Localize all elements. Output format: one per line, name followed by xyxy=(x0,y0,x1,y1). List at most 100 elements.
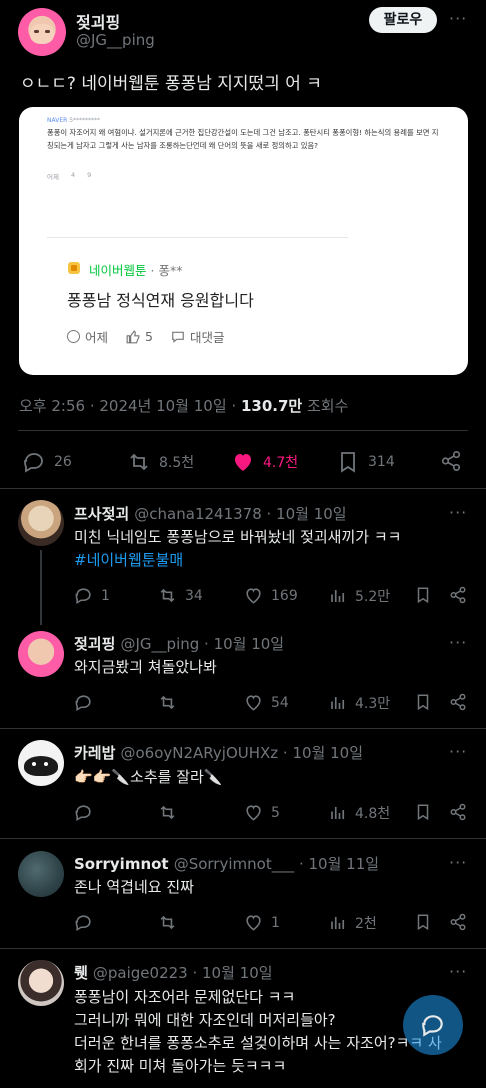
more-options-icon[interactable]: ··· xyxy=(449,503,467,522)
reply-text-line: 그러니까 뭐에 대한 자조인데 머저리들아? xyxy=(74,1011,336,1029)
reply-author-handle[interactable]: @o6oyN2ARyjOUHXz · 10월 10일 xyxy=(121,744,364,762)
hashtag-link[interactable]: #네이버웹툰불매 xyxy=(74,549,401,572)
repost-icon xyxy=(158,803,177,822)
reply-text: 퐁퐁남이 자조어라 문제없단다 ㅋㅋ 그러니까 뭐에 대한 자조인데 머저리들아… xyxy=(74,986,442,1078)
repost-action[interactable]: 34 xyxy=(158,586,203,605)
reply-avatar[interactable] xyxy=(18,960,64,1006)
reply-action[interactable] xyxy=(74,913,101,932)
reply-author-name[interactable]: Sorryimnot xyxy=(74,855,169,873)
reply-icon xyxy=(22,450,46,474)
reply-author-handle[interactable]: @Sorryimnot___ · 10월 11일 xyxy=(174,855,379,873)
share-icon xyxy=(440,450,462,472)
reply-author-name[interactable]: 뤳 xyxy=(74,964,88,982)
reply-header: Sorryimnot @Sorryimnot___ · 10월 11일 xyxy=(74,853,379,874)
reply-icon xyxy=(74,586,93,605)
share-action[interactable] xyxy=(449,586,467,604)
share-action[interactable] xyxy=(449,803,467,821)
share-action[interactable] xyxy=(449,913,467,931)
like-count: 4.7천 xyxy=(263,455,299,471)
floating-reply-button[interactable] xyxy=(403,995,463,1055)
avatar-blob xyxy=(24,756,58,776)
repost-action[interactable] xyxy=(158,803,185,822)
heart-icon xyxy=(244,803,263,822)
reply-action[interactable]: 26 xyxy=(22,450,72,474)
bookmark-action[interactable]: 314 xyxy=(336,450,395,474)
author-handle[interactable]: @JG__ping xyxy=(76,31,155,49)
repost-icon xyxy=(158,913,177,932)
more-options-icon[interactable]: ··· xyxy=(449,853,467,872)
webtoon-brand: 네이버웹툰 · 퐁** xyxy=(89,260,182,279)
reply-avatar[interactable] xyxy=(18,631,64,677)
like-action[interactable]: 54 xyxy=(244,693,289,712)
reply-author-name[interactable]: 젖괴핑 xyxy=(74,635,115,653)
repost-action[interactable]: 8.5천 xyxy=(127,450,194,474)
views-action[interactable]: 4.3만 xyxy=(329,693,390,713)
bookmark-action[interactable] xyxy=(414,693,432,711)
clock-icon xyxy=(67,330,80,343)
webtoon-brand-label: 네이버웹툰 xyxy=(89,263,147,278)
reply-text-line: 👉🏻👉🏻🔪소추를 잘라🔪 xyxy=(74,768,223,786)
bookmark-icon xyxy=(414,913,432,931)
reply-author-name[interactable]: 카레밥 xyxy=(74,744,115,762)
repost-action[interactable] xyxy=(158,913,185,932)
views-action[interactable]: 2천 xyxy=(329,913,377,933)
reply-action[interactable] xyxy=(74,693,101,712)
reply-author-handle[interactable]: @JG__ping · 10월 10일 xyxy=(121,635,285,653)
reply-text-line: 미친 닉네임도 퐁퐁남으로 바꿔놨네 젖괴새끼가 ㅋㅋ xyxy=(74,528,402,546)
bookmark-action[interactable] xyxy=(414,913,432,931)
share-action[interactable] xyxy=(440,450,462,472)
more-options-icon[interactable]: ··· xyxy=(449,742,467,761)
repost-count: 34 xyxy=(185,587,203,604)
bookmark-icon xyxy=(336,450,360,474)
like-count: 54 xyxy=(271,694,289,711)
views-label: 조회수 xyxy=(302,397,349,415)
naver-user: 5********* xyxy=(69,117,101,124)
thumbs-up-icon xyxy=(126,329,140,344)
embedded-image[interactable]: NAVER 5********* 퐁퐁이 자조어지 왜 여혐이냐. 설거지론에 … xyxy=(19,107,468,375)
author-avatar[interactable] xyxy=(18,8,66,56)
share-action[interactable] xyxy=(449,693,467,711)
like-count: 169 xyxy=(271,587,298,604)
post-time[interactable]: 오후 2:56 · 2024년 10월 10일 · xyxy=(19,397,241,415)
divider-reply xyxy=(0,838,486,839)
bookmark-action[interactable] xyxy=(414,586,432,604)
like-action[interactable]: 5 xyxy=(244,803,280,822)
analytics-icon xyxy=(329,587,347,605)
reply-count: 1 xyxy=(101,587,110,604)
share-icon xyxy=(449,693,467,711)
reply-author-handle[interactable]: @paige0223 · 10월 10일 xyxy=(93,964,273,982)
reply-avatar[interactable] xyxy=(18,740,64,786)
author-name[interactable]: 젖괴핑 xyxy=(76,9,120,33)
avatar-eye-left xyxy=(32,762,36,766)
bookmark-icon xyxy=(414,586,432,604)
bookmark-action[interactable] xyxy=(414,803,432,821)
like-action[interactable]: 4.7천 xyxy=(231,450,298,474)
reply-action[interactable]: 1 xyxy=(74,586,110,605)
naver-meta-likes: 4 xyxy=(70,171,76,179)
repost-action[interactable] xyxy=(158,693,185,712)
webtoon-time-label: 어제 xyxy=(85,330,109,345)
more-options-icon[interactable]: ··· xyxy=(449,962,467,981)
analytics-icon xyxy=(329,694,347,712)
reply-text: 존나 역겹네요 진짜 xyxy=(74,876,194,899)
divider-top xyxy=(18,430,468,431)
follow-button[interactable]: 팔로우 xyxy=(369,7,437,33)
like-action[interactable]: 1 xyxy=(244,913,280,932)
more-options-icon[interactable]: ··· xyxy=(449,633,467,652)
reply-action[interactable] xyxy=(74,803,101,822)
reply-author-name[interactable]: 프사젖괴 xyxy=(74,505,129,523)
avatar-eye-right xyxy=(45,30,50,33)
avatar-face xyxy=(30,24,54,44)
heart-filled-icon xyxy=(231,450,255,474)
webtoon-time: 어제 xyxy=(67,327,108,346)
reply-author-handle[interactable]: @chana1241378 · 10월 10일 xyxy=(134,505,346,523)
reply-avatar[interactable] xyxy=(18,851,64,897)
views-action[interactable]: 5.2만 xyxy=(329,586,390,606)
more-options-icon[interactable]: ··· xyxy=(449,9,467,28)
views-count: 5.2만 xyxy=(355,589,391,605)
reply-avatar[interactable] xyxy=(18,500,64,546)
like-action[interactable]: 169 xyxy=(244,586,298,605)
views-action[interactable]: 4.8천 xyxy=(329,803,390,823)
naver-comment-header: NAVER 5********* xyxy=(47,117,100,124)
webtoon-badge-inner xyxy=(71,265,77,271)
